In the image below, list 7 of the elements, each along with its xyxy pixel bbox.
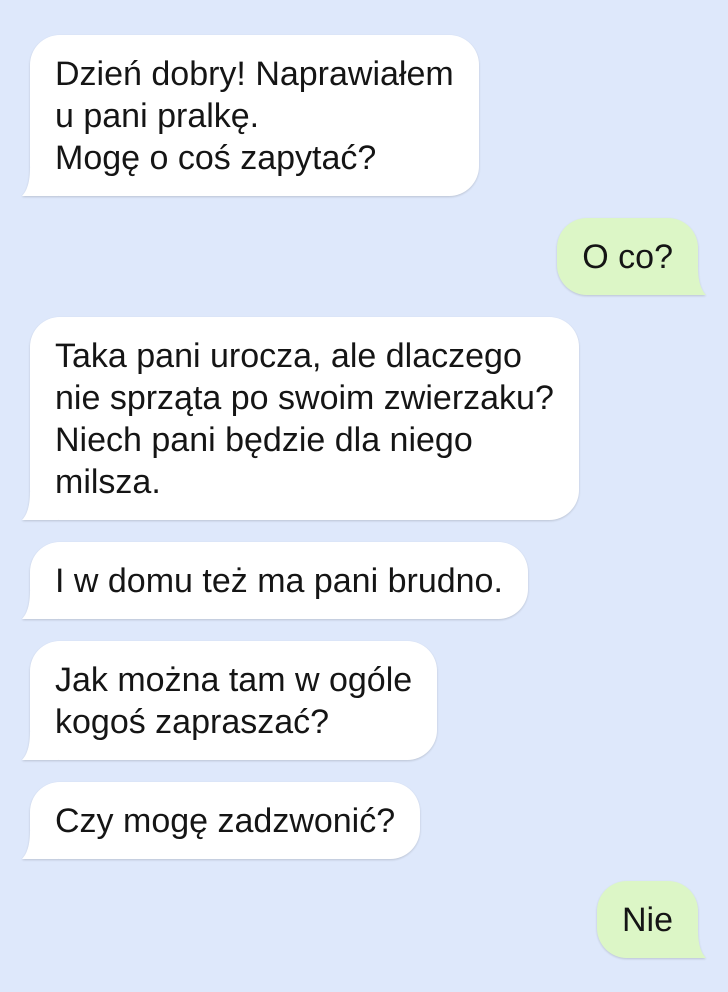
message-text: O co? (582, 237, 673, 278)
message-text: Dzień dobry! Naprawiałem u pani pralkę. Mogę o coś zapytać? (55, 54, 454, 179)
message-text: Jak można tam w ogóle kogoś zapraszać? (55, 660, 412, 743)
message-text: Nie (622, 900, 673, 941)
message-text: Czy mogę zadzwonić? (55, 801, 396, 842)
message-text: I w domu też ma pani brudno. (55, 561, 503, 602)
message-text: Taka pani urocza, ale dlaczego nie sprząta po swoim zwierzaku? Niech pani będzie dla niego milsza. (55, 336, 554, 503)
